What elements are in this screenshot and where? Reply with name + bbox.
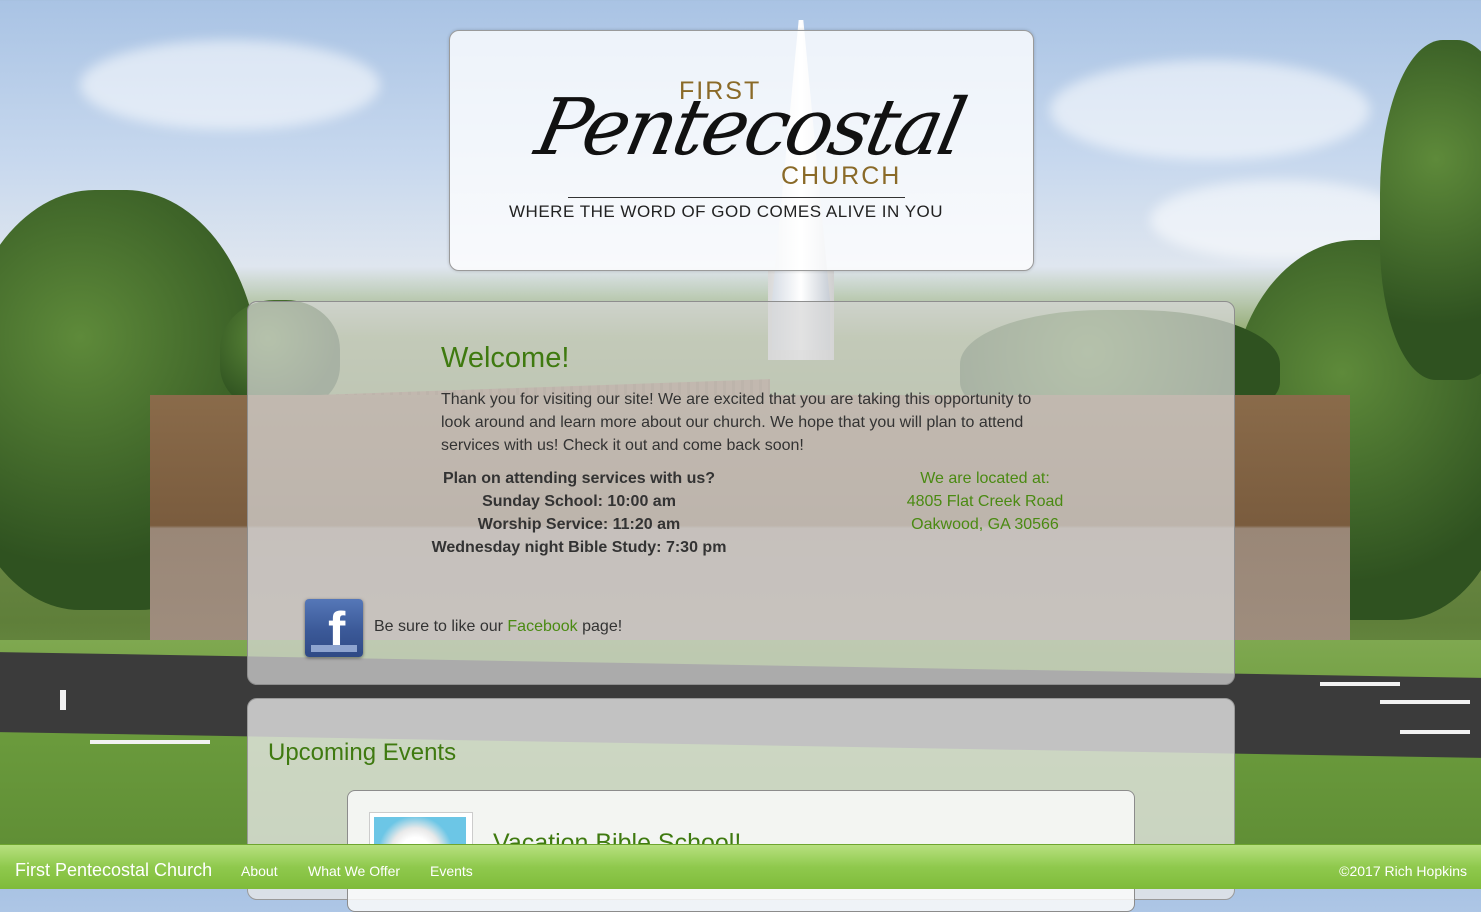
- logo-panel: FIRST Pentecostal CHURCH WHERE THE WORD …: [449, 30, 1034, 271]
- sunday-school-time: Sunday School: 10:00 am: [482, 493, 676, 510]
- parking-line: [90, 740, 210, 744]
- service-times: Plan on attending services with us? Sund…: [418, 467, 740, 559]
- logo-script-text: Pentecostal: [528, 83, 971, 173]
- bible-study-time: Wednesday night Bible Study: 7:30 pm: [431, 539, 727, 556]
- worship-service-time: Worship Service: 11:20 am: [477, 516, 681, 533]
- address-city: Oakwood, GA 30566: [911, 516, 1059, 533]
- parking-line: [60, 690, 66, 710]
- cloud: [80, 40, 380, 130]
- welcome-paragraph: Thank you for visiting our site! We are …: [441, 391, 1032, 454]
- location-heading: We are located at:: [920, 470, 1050, 487]
- logo-tagline: WHERE THE WORD OF GOD COMES ALIVE IN YOU: [509, 202, 944, 221]
- facebook-icon[interactable]: f: [305, 599, 363, 657]
- footer-navbar: First Pentecostal Church About What We O…: [0, 844, 1481, 889]
- nav-events[interactable]: Events: [430, 863, 473, 879]
- welcome-heading: Welcome!: [441, 342, 570, 374]
- tree: [1380, 40, 1481, 380]
- facebook-prompt: Be sure to like our Facebook page!: [374, 618, 622, 636]
- logo-church-text: CHURCH: [781, 162, 902, 190]
- parking-line: [1380, 700, 1470, 704]
- parking-line: [1320, 682, 1400, 686]
- navbar-brand[interactable]: First Pentecostal Church: [15, 860, 212, 881]
- facebook-icon-bar: [311, 645, 357, 652]
- service-times-heading: Plan on attending services with us?: [442, 470, 716, 487]
- facebook-prompt-prefix: Be sure to like our: [374, 618, 508, 635]
- nav-about[interactable]: About: [241, 863, 278, 879]
- nav-what-we-offer[interactable]: What We Offer: [308, 863, 400, 879]
- location-block: We are located at: 4805 Flat Creek Road …: [885, 467, 1085, 536]
- cloud: [1050, 60, 1370, 160]
- parking-line: [1400, 730, 1470, 734]
- welcome-panel: Welcome! Thank you for visiting our site…: [247, 301, 1235, 685]
- logo-divider: [568, 197, 905, 198]
- facebook-prompt-suffix: page!: [577, 618, 623, 635]
- address-street: 4805 Flat Creek Road: [906, 493, 1064, 510]
- facebook-link[interactable]: Facebook: [507, 618, 577, 635]
- events-heading: Upcoming Events: [268, 739, 457, 766]
- copyright-text: ©2017 Rich Hopkins: [1339, 863, 1467, 879]
